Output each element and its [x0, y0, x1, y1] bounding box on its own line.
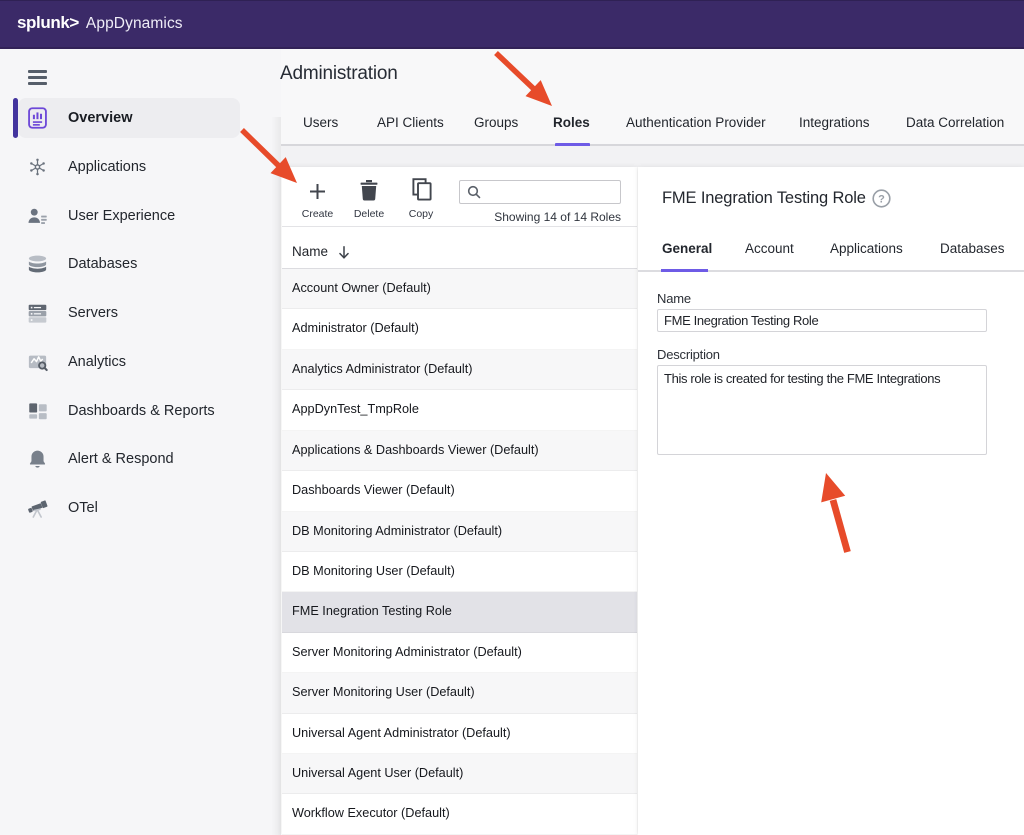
svg-text:?: ?: [878, 193, 885, 205]
